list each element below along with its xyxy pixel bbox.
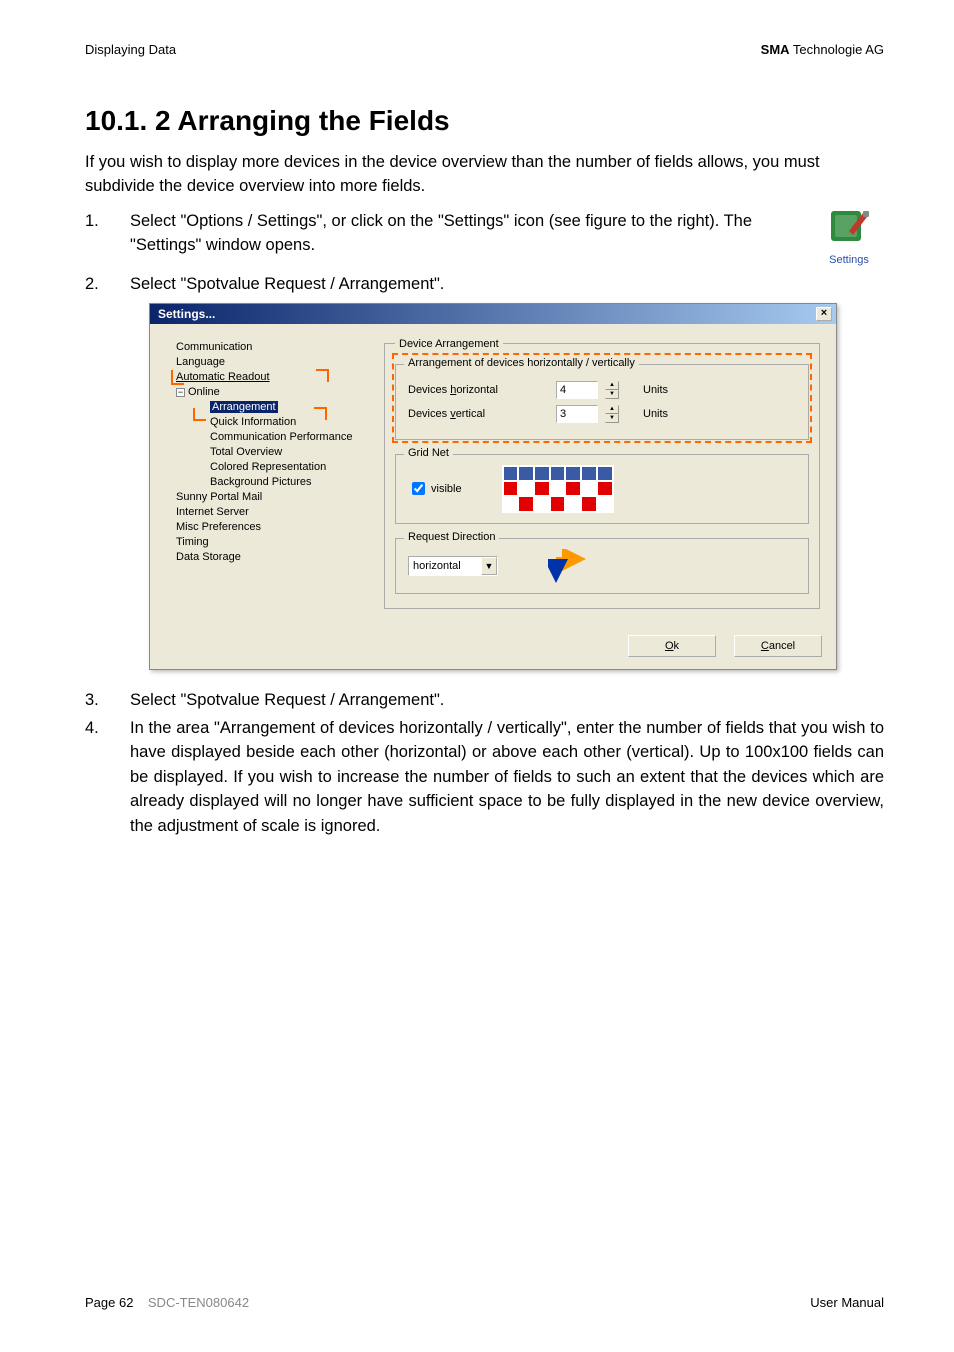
request-direction-value: horizontal (413, 560, 461, 572)
tree-misc-preferences[interactable]: Misc Preferences (166, 520, 366, 535)
grid-net-group: Grid Net visible (395, 454, 809, 524)
dropdown-arrow-icon[interactable]: ▼ (481, 557, 497, 575)
device-arrangement-legend: Device Arrangement (395, 338, 503, 350)
devices-horizontal-spinner[interactable]: ▲▼ (605, 381, 619, 399)
visible-checkbox[interactable] (412, 482, 425, 495)
arrangement-legend: Arrangement of devices horizontally / ve… (404, 357, 639, 369)
tree-internet-server[interactable]: Internet Server (166, 505, 366, 520)
settings-icon (827, 205, 871, 249)
devices-vertical-label: Devices vertical (408, 408, 548, 420)
request-direction-select[interactable]: horizontal ▼ (408, 556, 498, 576)
tree-total-overview[interactable]: Total Overview (166, 445, 366, 460)
step-1-number: 1. (85, 209, 130, 268)
tree-background-pictures[interactable]: Background Pictures (166, 475, 366, 490)
arrangement-group: Arrangement of devices horizontally / ve… (395, 364, 809, 440)
dialog-title: Settings... (158, 307, 215, 321)
step-2-text: Select "Spotvalue Request / Arrangement"… (130, 272, 884, 296)
devices-vertical-input[interactable] (556, 405, 598, 423)
cancel-button[interactable]: Cancel (734, 635, 822, 657)
tree-arrangement[interactable]: Arrangement (166, 400, 366, 415)
tree-communication[interactable]: Communication (166, 340, 366, 355)
settings-dialog: Settings... × Communication Language Aut… (149, 303, 837, 670)
tree-colored-representation[interactable]: Colored Representation (166, 460, 366, 475)
request-direction-legend: Request Direction (404, 531, 499, 543)
footer-doc-id: SDC-TEN080642 (148, 1295, 249, 1310)
grid-preview (502, 465, 614, 513)
step-1-text: Select "Options / Settings", or click on… (130, 209, 804, 258)
step-2-number: 2. (85, 272, 130, 296)
ok-button[interactable]: Ok (628, 635, 716, 657)
visible-label: visible (431, 483, 462, 495)
units-label-v: Units (643, 408, 668, 420)
visible-checkbox-row[interactable]: visible (412, 482, 462, 495)
page-footer: Page 62 SDC-TEN080642 User Manual (85, 1295, 884, 1310)
devices-horizontal-input[interactable] (556, 381, 598, 399)
footer-manual: User Manual (810, 1295, 884, 1310)
close-button[interactable]: × (816, 307, 832, 321)
intro-paragraph: If you wish to display more devices in t… (85, 151, 884, 199)
dialog-titlebar[interactable]: Settings... × (150, 304, 836, 324)
step-4-number: 4. (85, 716, 130, 838)
devices-horizontal-label: Devices horizontal (408, 384, 548, 396)
units-label-h: Units (643, 384, 668, 396)
request-direction-group: Request Direction horizontal ▼ (395, 538, 809, 594)
device-arrangement-group: Device Arrangement Arrangement of device… (384, 338, 820, 609)
step-3-number: 3. (85, 688, 130, 712)
tree-online[interactable]: −Online (166, 385, 366, 400)
tree-quick-information[interactable]: Quick Information (166, 415, 366, 430)
step-3-text: Select "Spotvalue Request / Arrangement"… (130, 688, 884, 712)
header-left: Displaying Data (85, 42, 176, 57)
tree-timing[interactable]: Timing (166, 535, 366, 550)
page-header: Displaying Data SMA Technologie AG (85, 42, 884, 57)
section-title: 10.1. 2 Arranging the Fields (85, 105, 884, 137)
settings-icon-label: Settings (829, 254, 869, 266)
header-right: SMA Technologie AG (761, 42, 884, 57)
footer-page: Page 62 (85, 1295, 133, 1310)
step-4-text: In the area "Arrangement of devices hori… (130, 716, 884, 838)
devices-vertical-spinner[interactable]: ▲▼ (605, 405, 619, 423)
tree-automatic-readout[interactable]: Automatic Readout (166, 370, 366, 385)
direction-arrows-icon (548, 549, 588, 583)
grid-net-legend: Grid Net (404, 447, 453, 459)
settings-tree[interactable]: Communication Language Automatic Readout… (166, 338, 366, 619)
settings-icon-figure: Settings (814, 205, 884, 268)
tree-language[interactable]: Language (166, 355, 366, 370)
tree-data-storage[interactable]: Data Storage (166, 550, 366, 565)
tree-sunny-portal-mail[interactable]: Sunny Portal Mail (166, 490, 366, 505)
tree-communication-performance[interactable]: Communication Performance (166, 430, 366, 445)
tree-collapse-icon[interactable]: − (176, 388, 185, 397)
